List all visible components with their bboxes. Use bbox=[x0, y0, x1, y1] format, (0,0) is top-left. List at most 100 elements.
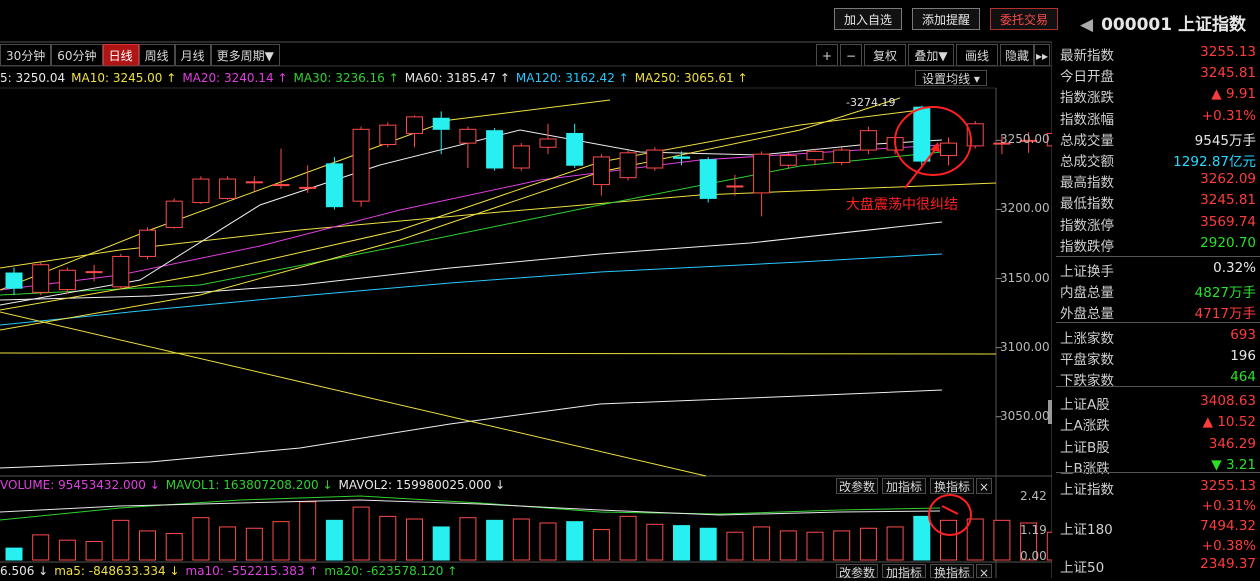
candle-body bbox=[699, 159, 717, 199]
candle-body bbox=[806, 150, 824, 161]
volume-legend-item-1: MAVOL1: 163807208.200 ↓ bbox=[165, 478, 333, 492]
index-name[interactable]: 上证指数 bbox=[1060, 478, 1114, 498]
add-indicator-button-2[interactable]: 加指标 bbox=[882, 564, 926, 580]
volume-tick: 1.19 bbox=[1020, 523, 1047, 537]
panel-separator bbox=[1056, 472, 1260, 473]
volume-bar bbox=[940, 519, 957, 561]
volume-bar bbox=[699, 527, 717, 561]
candle-body bbox=[646, 149, 664, 169]
candle-body bbox=[32, 264, 50, 293]
quote-row: 最新指数 3255.13 bbox=[1056, 42, 1260, 64]
volume-bar bbox=[165, 533, 183, 561]
price-tick: 3150.00 bbox=[1000, 270, 1050, 285]
index-name[interactable]: 上证180 bbox=[1060, 518, 1113, 538]
candle-body bbox=[673, 156, 690, 159]
candle-body bbox=[352, 128, 370, 202]
edit-params-button[interactable]: 改参数 bbox=[836, 478, 878, 494]
quote-label: 指数涨幅 bbox=[1060, 111, 1114, 128]
quote-label: 上证B股 bbox=[1060, 439, 1110, 456]
indicator-legend-item-2: ma10: -552215.383 ↑ bbox=[185, 564, 319, 578]
close-icon-2[interactable]: × bbox=[976, 564, 992, 580]
security-code: 000001 bbox=[1101, 15, 1173, 35]
volume-bar bbox=[673, 525, 690, 561]
quote-row: 内盘总量 4827万手 bbox=[1056, 279, 1260, 301]
volume-bar bbox=[806, 531, 824, 561]
security-title: ◀ 000001 上证指数 bbox=[1080, 10, 1246, 35]
volume-bar bbox=[993, 519, 1011, 561]
edit-params-button-2[interactable]: 改参数 bbox=[836, 564, 878, 580]
quote-value: ▲ 10.52 bbox=[1202, 414, 1256, 431]
quote-value: 3245.81 bbox=[1200, 192, 1256, 209]
candle-body bbox=[566, 132, 584, 166]
volume-legend-item-0: VOLUME: 95453432.000 ↓ bbox=[0, 478, 160, 492]
quote-value: 0.32% bbox=[1213, 260, 1256, 276]
volume-tick: 0.00 bbox=[1020, 549, 1047, 563]
candle-body bbox=[913, 106, 931, 162]
index-change: +0.38% bbox=[1201, 538, 1256, 554]
volume-bar bbox=[219, 526, 237, 561]
quote-value: 4717万手 bbox=[1194, 306, 1256, 323]
quote-row: 下跌家数 464 bbox=[1056, 367, 1260, 389]
candle-body bbox=[112, 255, 130, 288]
index-name[interactable]: 上证50 bbox=[1060, 556, 1104, 576]
candle-body bbox=[406, 116, 423, 134]
quote-label: 最低指数 bbox=[1060, 196, 1114, 213]
quote-row: 最高指数 3262.09 bbox=[1056, 169, 1260, 192]
quote-row: 指数涨跌 ▲ 9.91 bbox=[1056, 84, 1260, 106]
quote-value: +0.31% bbox=[1201, 107, 1256, 124]
volume-bar bbox=[299, 501, 317, 561]
candle-body bbox=[379, 124, 397, 146]
volume-bar bbox=[1046, 531, 1052, 561]
quote-label: 指数跌停 bbox=[1060, 238, 1114, 255]
volume-bar bbox=[726, 531, 744, 561]
candle-body bbox=[245, 181, 263, 184]
panel-separator bbox=[1056, 386, 1260, 387]
quote-value: 464 bbox=[1230, 369, 1256, 385]
quote-value: 3255.13 bbox=[1200, 44, 1256, 60]
quote-row: 上A涨跌 ▲ 10.52 bbox=[1056, 412, 1260, 434]
back-arrow-icon[interactable]: ◀ bbox=[1080, 15, 1093, 35]
volume-bar bbox=[352, 506, 370, 561]
index-value: 7494.32 bbox=[1200, 518, 1256, 534]
quote-label: 今日开盘 bbox=[1060, 69, 1114, 86]
quote-label: 总成交量 bbox=[1060, 132, 1114, 149]
candle-body bbox=[859, 130, 877, 151]
quote-value: ▲ 9.91 bbox=[1211, 86, 1256, 103]
price-tick: 3250.00 bbox=[1000, 132, 1050, 147]
quote-value: ▼ 3.21 bbox=[1211, 456, 1256, 473]
ma-line-5 bbox=[0, 311, 707, 477]
quote-value: 693 bbox=[1230, 326, 1256, 343]
volume-bar bbox=[779, 530, 797, 561]
quote-row: 上证B股 346.29 bbox=[1056, 434, 1260, 456]
quote-value: 3569.74 bbox=[1200, 213, 1256, 230]
swap-indicator-button[interactable]: 换指标 bbox=[930, 478, 974, 494]
volume-bar bbox=[245, 527, 263, 561]
volume-bar bbox=[886, 526, 904, 561]
quote-value: 196 bbox=[1230, 347, 1256, 364]
volume-bar bbox=[379, 515, 397, 561]
quote-value: 346.29 bbox=[1208, 435, 1256, 452]
volume-bar bbox=[859, 527, 877, 561]
quote-row: 外盘总量 4717万手 bbox=[1056, 300, 1260, 323]
quote-label: 最高指数 bbox=[1060, 175, 1114, 192]
candle-body bbox=[833, 149, 851, 163]
candle-body bbox=[779, 155, 797, 166]
close-icon[interactable]: × bbox=[976, 478, 992, 494]
index-value: 3255.13 bbox=[1200, 478, 1256, 494]
annotation-arrow-volume bbox=[941, 505, 959, 515]
add-indicator-button[interactable]: 加指标 bbox=[882, 478, 926, 494]
volume-bar bbox=[539, 522, 557, 561]
mavol1-line bbox=[0, 495, 941, 521]
quote-label: 上B涨跌 bbox=[1060, 460, 1110, 477]
quote-label: 最新指数 bbox=[1060, 48, 1114, 64]
panel-separator bbox=[1056, 322, 1260, 323]
price-tick: 3050.00 bbox=[1000, 408, 1050, 423]
volume-bar bbox=[32, 534, 50, 561]
quote-value: 3245.81 bbox=[1200, 65, 1256, 82]
volume-bar bbox=[5, 547, 23, 561]
indicator-legend-item-0: 6.506 ↓ bbox=[0, 564, 49, 578]
high-price-label: -3274.19 bbox=[846, 96, 896, 109]
swap-indicator-button-2[interactable]: 换指标 bbox=[930, 564, 974, 580]
panel-separator bbox=[1056, 256, 1260, 257]
quote-row: 今日开盘 3245.81 bbox=[1056, 63, 1260, 86]
